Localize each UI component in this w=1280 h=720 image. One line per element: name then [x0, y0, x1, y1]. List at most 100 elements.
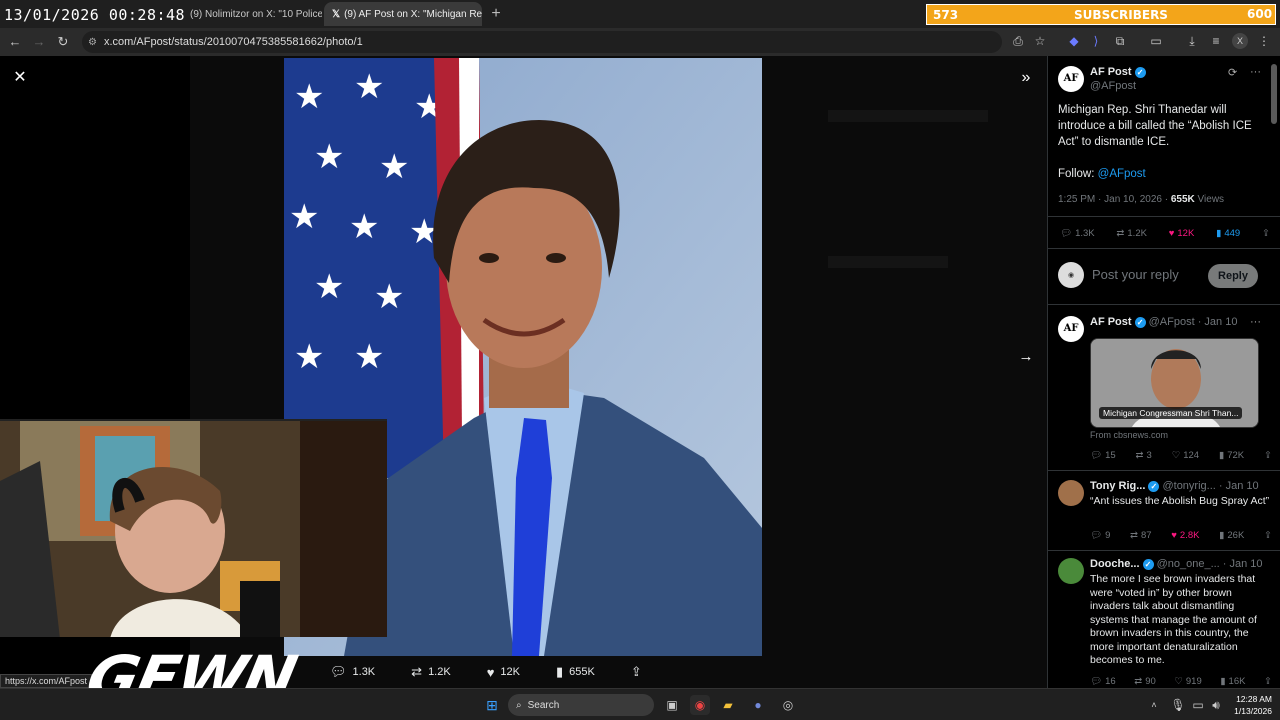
author-name[interactable]: AF Post ✓ — [1090, 66, 1146, 78]
follow-line: Follow: @AFpost — [1058, 166, 1146, 182]
reply-input[interactable]: Post your reply — [1092, 267, 1179, 282]
share-icon: ⇪ — [1262, 228, 1270, 239]
bookmark-star-icon[interactable]: ☆ — [1032, 33, 1048, 49]
tray-chevron-icon[interactable]: ˄ — [1144, 695, 1164, 715]
divider — [1048, 248, 1280, 249]
taskbar-search[interactable]: ⌕ Search — [508, 694, 654, 716]
avatar[interactable]: AF — [1058, 66, 1084, 92]
install-app-icon[interactable]: ⎙ — [1010, 33, 1026, 49]
extension-icon[interactable]: ⟩ — [1088, 33, 1104, 49]
like-count: 12K — [500, 666, 520, 678]
like-stat[interactable]: ♡ 919 — [1174, 676, 1201, 687]
forward-arrow-icon[interactable]: → — [30, 33, 48, 51]
tab-nolimitzor[interactable]: (9) Nolimitzor on X: "10 Police ✕ — [182, 2, 322, 26]
extension-icon[interactable]: ◆ — [1066, 33, 1082, 49]
microphone-icon[interactable]: 🎙︎ — [1168, 695, 1188, 715]
tab-af-post[interactable]: 𝕏 (9) AF Post on X: "Michigan Re ✕ — [324, 2, 482, 26]
reply-author[interactable]: Tony Rig... ✓ @tonyrig... · Jan 10 — [1090, 480, 1259, 492]
site-info-icon[interactable]: ⚙ — [88, 37, 97, 48]
svg-text:★: ★ — [379, 147, 409, 187]
reply-stat[interactable]: 💬︎ 16 — [1090, 676, 1116, 687]
repost-stat[interactable]: ⇄ 87 — [1130, 530, 1152, 541]
back-arrow-icon[interactable]: ← — [6, 33, 24, 51]
reading-list-icon[interactable]: ≡ — [1208, 33, 1224, 49]
views-stat[interactable]: ▮ 26K — [1219, 530, 1244, 541]
share-stat[interactable]: ⇪ — [1262, 228, 1270, 239]
current-user-avatar[interactable]: ◉ — [1058, 262, 1084, 288]
next-image-arrow-icon[interactable]: → — [1016, 347, 1036, 367]
views-label: Views — [1197, 194, 1225, 205]
reply-stat[interactable]: 💬︎ 1.3K — [1060, 228, 1095, 239]
more-options-icon[interactable]: ··· — [1250, 316, 1261, 328]
download-icon[interactable]: ⤓ — [1184, 33, 1200, 49]
views-chart-icon: ▮ — [1218, 450, 1225, 461]
reply-stats: 💬︎ 9 ⇄ 87 ♥ 2.8K ▮ 26K ⇪ — [1090, 530, 1272, 541]
reply-button[interactable]: 💬︎ 1.3K — [330, 664, 375, 680]
grok-icon[interactable]: ⟳ — [1228, 66, 1237, 79]
verified-badge-icon: ✓ — [1148, 480, 1160, 492]
close-viewer-icon[interactable]: ✕ — [10, 68, 30, 88]
link-card[interactable]: Michigan Congressman Shri Than... — [1090, 338, 1259, 428]
share-icon: ⇪ — [1263, 530, 1272, 541]
browser-toolbar: ← → ↻ ⚙ x.com/AFpost/status/201007047538… — [0, 28, 1280, 56]
chrome-icon[interactable]: ◉ — [690, 695, 710, 715]
like-stat[interactable]: ♥ 2.8K — [1171, 530, 1199, 541]
repost-button[interactable]: ⇄ 1.2K — [411, 664, 451, 680]
svg-text:★: ★ — [354, 67, 384, 107]
follow-link[interactable]: @AFpost — [1098, 168, 1146, 180]
obs-icon[interactable]: ◎ — [778, 695, 798, 715]
bookmark-stat[interactable]: ▮ 449 — [1216, 228, 1240, 239]
system-clock[interactable]: 12:28 AM 1/13/2026 — [1234, 693, 1272, 717]
avatar[interactable] — [1058, 558, 1084, 584]
volume-icon[interactable]: 🔊︎ — [1206, 695, 1226, 715]
menu-icon[interactable]: ⋮ — [1256, 33, 1272, 49]
discord-icon[interactable]: ● — [748, 695, 768, 715]
share-stat[interactable]: ⇪ — [1264, 450, 1272, 461]
task-view-icon[interactable]: ▣ — [662, 695, 682, 715]
scrollbar[interactable] — [1271, 64, 1277, 124]
verified-badge-icon: ✓ — [1142, 558, 1154, 570]
avatar[interactable]: AF — [1058, 316, 1084, 342]
repost-icon: ⇄ — [411, 664, 423, 679]
divider — [1048, 550, 1280, 551]
reload-icon[interactable]: ↻ — [54, 33, 72, 51]
views-button[interactable]: ▮ 655K — [556, 664, 595, 680]
post-stats: 💬︎ 1.3K ⇄ 1.2K ♥ 12K ▮ 449 ⇪ — [1060, 228, 1270, 239]
windows-start-icon[interactable]: ⊞ — [482, 695, 502, 715]
new-tab-button[interactable]: + — [486, 4, 506, 24]
reply-submit-button[interactable]: Reply — [1208, 264, 1258, 288]
reply-icon: 💬︎ — [1090, 530, 1103, 541]
repost-stat[interactable]: ⇄ 1.2K — [1116, 228, 1147, 239]
like-stat[interactable]: ♡ 124 — [1172, 450, 1199, 461]
author-handle[interactable]: @AFpost — [1090, 80, 1136, 92]
reply-stat[interactable]: 💬︎ 9 — [1090, 530, 1110, 541]
share-button[interactable]: ⇪ — [631, 664, 642, 680]
avatar[interactable] — [1058, 480, 1084, 506]
share-stat[interactable]: ⇪ — [1264, 676, 1272, 687]
search-icon: ⌕ — [516, 699, 522, 711]
like-button[interactable]: ♥ 12K — [487, 665, 520, 680]
reply-author[interactable]: AF Post ✓ @AFpost · Jan 10 — [1090, 316, 1237, 328]
more-options-icon[interactable]: ··· — [1250, 66, 1261, 78]
repost-stat[interactable]: ⇄ 3 — [1136, 450, 1152, 461]
svg-text:★: ★ — [349, 207, 379, 247]
windows-taskbar: ⊞ ⌕ Search ▣ ◉ ▰ ● ◎ ˄ 🎙︎ ▭ 🔊︎ 12:28 AM … — [0, 688, 1280, 720]
reply-stats: 💬︎ 15 ⇄ 3 ♡ 124 ▮ 72K ⇪ — [1090, 450, 1272, 461]
views-stat[interactable]: ▮ 72K — [1219, 450, 1244, 461]
address-bar[interactable]: ⚙ x.com/AFpost/status/201007047538558166… — [82, 31, 1002, 53]
file-explorer-icon[interactable]: ▰ — [718, 695, 738, 715]
display-icon[interactable]: ▭ — [1188, 695, 1208, 715]
collapse-sidebar-icon[interactable]: » — [1016, 68, 1036, 88]
split-view-icon[interactable]: ▭ — [1148, 33, 1164, 49]
share-stat[interactable]: ⇪ — [1264, 530, 1272, 541]
extensions-puzzle-icon[interactable]: ⧉ — [1112, 33, 1128, 49]
views-stat[interactable]: ▮ 16K — [1220, 676, 1245, 687]
repost-icon: ⇄ — [1116, 228, 1125, 239]
bookmark-count: 449 — [1224, 228, 1241, 239]
reply-author[interactable]: Dooche... ✓ @no_one_... · Jan 10 — [1090, 558, 1263, 570]
repost-stat[interactable]: ⇄ 90 — [1134, 676, 1156, 687]
heart-icon: ♥ — [1171, 530, 1177, 541]
like-stat[interactable]: ♥ 12K — [1169, 228, 1195, 239]
reply-stat[interactable]: 💬︎ 15 — [1090, 450, 1116, 461]
profile-avatar[interactable]: X — [1232, 33, 1248, 49]
